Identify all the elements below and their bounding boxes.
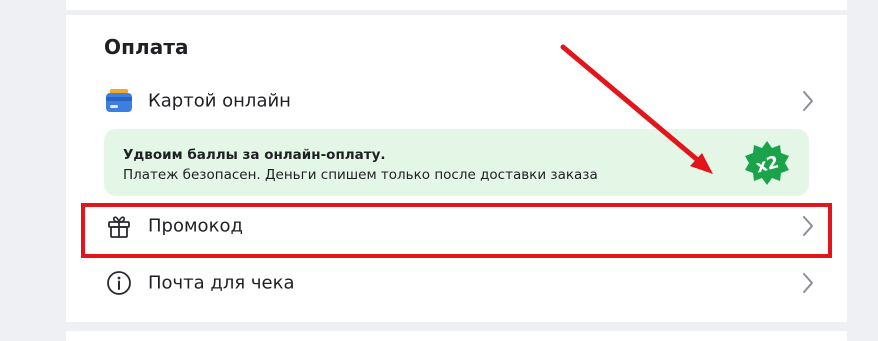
double-points-badge-icon: x2	[743, 139, 791, 187]
gift-icon	[104, 211, 134, 241]
payment-section: Оплата Картой онлайн Удвоим баллы за онл…	[66, 15, 847, 322]
receipt-email-label: Почта для чека	[148, 272, 295, 294]
payment-method-label: Картой онлайн	[148, 90, 291, 112]
bonus-headline: Удвоим баллы за онлайн-оплату.	[123, 147, 386, 163]
chevron-right-icon	[800, 90, 816, 112]
previous-card-edge	[66, 0, 847, 10]
section-title: Оплата	[104, 35, 189, 59]
bonus-description: Платеж безопасен. Деньги спишем только п…	[123, 167, 598, 183]
promo-code-label: Промокод	[148, 215, 243, 237]
payment-method-row[interactable]: Картой онлайн	[104, 81, 816, 121]
chevron-right-icon	[800, 272, 816, 294]
receipt-email-row[interactable]: Почта для чека	[104, 263, 816, 303]
next-card-edge	[66, 331, 847, 341]
chevron-right-icon	[800, 215, 816, 237]
bonus-banner: Удвоим баллы за онлайн-оплату. Платеж бе…	[104, 129, 809, 196]
info-icon	[104, 268, 134, 298]
promo-code-row[interactable]: Промокод	[104, 206, 816, 246]
card-wallet-icon	[104, 86, 134, 116]
